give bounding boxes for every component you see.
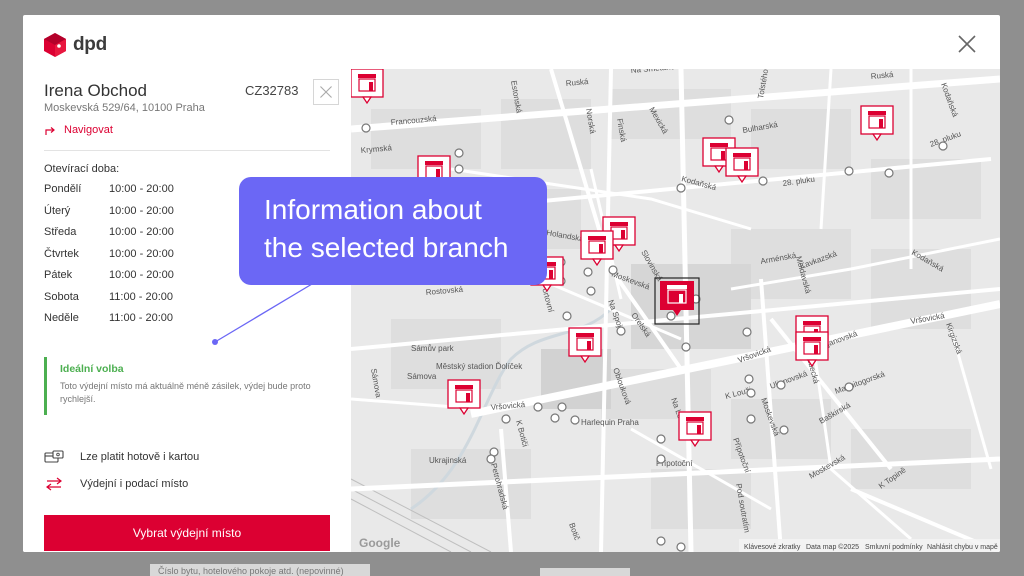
time-label: 10:00 - 20:00 bbox=[109, 247, 174, 260]
annotation-callout: Information about the selected branch bbox=[239, 177, 547, 285]
map-attribution: Klávesové zkratky Data map ©2025 Smluvní… bbox=[739, 539, 1000, 552]
google-logo: Google bbox=[359, 536, 401, 550]
turn-arrow-icon bbox=[45, 127, 55, 135]
transit-stop-icon bbox=[779, 425, 789, 435]
transit-stop-icon bbox=[616, 326, 626, 336]
time-label: 10:00 - 20:00 bbox=[109, 183, 174, 195]
attribution-terms[interactable]: Smluvní podmínky bbox=[865, 544, 923, 551]
day-label: Středa bbox=[44, 226, 77, 238]
street-label: Sámova bbox=[407, 372, 437, 381]
transit-stop-icon bbox=[676, 542, 686, 552]
card-cash-icon bbox=[44, 450, 64, 463]
transit-stop-icon bbox=[746, 414, 756, 424]
close-branch-icon[interactable] bbox=[313, 79, 339, 105]
hours-row: Úterý 10:00 - 20:00 bbox=[44, 205, 174, 227]
transit-stop-icon bbox=[656, 454, 666, 464]
transit-stop-icon bbox=[656, 536, 666, 546]
feature-payment: Lze platit hotově i kartou bbox=[44, 450, 199, 464]
day-label: Čtvrtek bbox=[44, 247, 79, 260]
divider bbox=[44, 150, 330, 151]
transit-stop-icon bbox=[608, 265, 618, 275]
transit-stop-icon bbox=[533, 402, 543, 412]
background-field-hint: Číslo bytu, hotelového pokoje atd. (nepo… bbox=[150, 564, 370, 576]
transit-stop-icon bbox=[681, 342, 691, 352]
hours-row: Pondělí 10:00 - 20:00 bbox=[44, 183, 174, 205]
map-view[interactable]: Na SmetanceRuskáRuskáFrancouzskáEstonská… bbox=[351, 69, 1000, 552]
transit-stop-icon bbox=[666, 311, 676, 321]
transit-stop-icon bbox=[758, 176, 768, 186]
transit-stop-icon bbox=[844, 166, 854, 176]
street-label: Ukrajinská bbox=[429, 456, 467, 465]
opening-hours-title: Otevírací doba: bbox=[44, 163, 120, 175]
time-label: 11:00 - 20:00 bbox=[109, 312, 174, 324]
transit-stop-icon bbox=[454, 164, 464, 174]
transit-stop-icon bbox=[776, 380, 786, 390]
transit-stop-icon bbox=[746, 388, 756, 398]
hours-row: Pátek 10:00 - 20:00 bbox=[44, 269, 174, 291]
day-label: Úterý bbox=[44, 204, 71, 217]
hours-row: Středa 10:00 - 20:00 bbox=[44, 226, 174, 248]
transit-stop-icon bbox=[744, 374, 754, 384]
close-modal-icon[interactable] bbox=[956, 33, 978, 55]
navigate-link[interactable]: Navigovat bbox=[44, 124, 113, 136]
hours-row: Sobota 11:00 - 20:00 bbox=[44, 291, 174, 313]
feature-label: Lze platit hotově i kartou bbox=[80, 451, 200, 463]
day-label: Pondělí bbox=[44, 183, 82, 195]
attribution-data: Data map ©2025 bbox=[806, 543, 859, 551]
transit-stop-icon bbox=[454, 148, 464, 158]
background-logo-peek bbox=[540, 568, 630, 576]
street-label: Sámův park bbox=[411, 344, 455, 353]
transit-stop-icon bbox=[557, 402, 567, 412]
hours-row: Neděle 11:00 - 20:00 bbox=[44, 312, 174, 334]
transit-stop-icon bbox=[583, 267, 593, 277]
transit-stop-icon bbox=[562, 311, 572, 321]
annotation-line-2: the selected branch bbox=[264, 232, 509, 263]
branch-name: Irena Obchod bbox=[44, 81, 148, 100]
day-label: Neděle bbox=[44, 312, 79, 324]
transit-stop-icon bbox=[501, 414, 511, 424]
time-label: 10:00 - 20:00 bbox=[109, 269, 174, 281]
hours-row: Čtvrtek 10:00 - 20:00 bbox=[44, 248, 174, 270]
feature-label: Výdejní i podací místo bbox=[80, 478, 189, 490]
transit-stop-icon bbox=[570, 415, 580, 425]
transit-stop-icon bbox=[361, 123, 371, 133]
street-label: Městský stadion Ďolíček bbox=[436, 362, 523, 371]
annotation-line-1: Information about bbox=[264, 194, 482, 225]
ideal-choice-title: Ideální volba bbox=[60, 363, 124, 375]
attribution-report[interactable]: Nahlásit chybu v mapě bbox=[927, 544, 998, 551]
attribution-shortcuts[interactable]: Klávesové zkratky bbox=[744, 544, 801, 551]
transit-stop-icon bbox=[550, 413, 560, 423]
ideal-choice-note: Ideální volba Toto výdejní místo má aktu… bbox=[44, 357, 334, 415]
transit-stop-icon bbox=[586, 286, 596, 296]
modal-header: dpd bbox=[23, 15, 1000, 69]
transit-stop-icon bbox=[656, 434, 666, 444]
branch-address: Moskevská 529/64, 10100 Praha bbox=[44, 102, 205, 114]
transit-stop-icon bbox=[884, 168, 894, 178]
brand-name: dpd bbox=[73, 34, 107, 55]
transit-stop-icon bbox=[742, 327, 752, 337]
feature-pickup-dropoff: Výdejní i podací místo bbox=[44, 477, 188, 491]
transit-stop-icon bbox=[938, 141, 948, 151]
transit-stop-icon bbox=[486, 454, 496, 464]
swap-arrows-icon bbox=[46, 477, 62, 491]
dpd-cube-icon bbox=[44, 33, 66, 57]
day-label: Pátek bbox=[44, 269, 73, 281]
time-label: 11:00 - 20:00 bbox=[109, 290, 174, 303]
street-label: Harlequin Praha bbox=[581, 418, 639, 427]
dpd-logo: dpd bbox=[43, 32, 107, 58]
transit-stop-icon bbox=[676, 183, 686, 193]
branch-code: CZ32783 bbox=[245, 83, 299, 98]
opening-hours-list: Pondělí 10:00 - 20:00 Úterý 10:00 - 20:00 … bbox=[44, 183, 174, 334]
transit-stop-icon bbox=[724, 115, 734, 125]
day-label: Sobota bbox=[44, 290, 79, 303]
time-label: 10:00 - 20:00 bbox=[109, 226, 174, 238]
branch-detail-panel: Irena Obchod CZ32783 Moskevská 529/64, 1… bbox=[23, 69, 351, 552]
ideal-choice-text: Toto výdejní místo má aktuálně méně zási… bbox=[60, 381, 311, 404]
navigate-label: Navigovat bbox=[64, 124, 113, 136]
time-label: 10:00 - 20:00 bbox=[109, 204, 174, 217]
select-pickup-point-button[interactable]: Vybrat výdejní místo bbox=[44, 515, 330, 551]
transit-stop-icon bbox=[844, 382, 854, 392]
map-canvas[interactable]: Na SmetanceRuskáRuskáFrancouzskáEstonská… bbox=[351, 69, 1000, 552]
